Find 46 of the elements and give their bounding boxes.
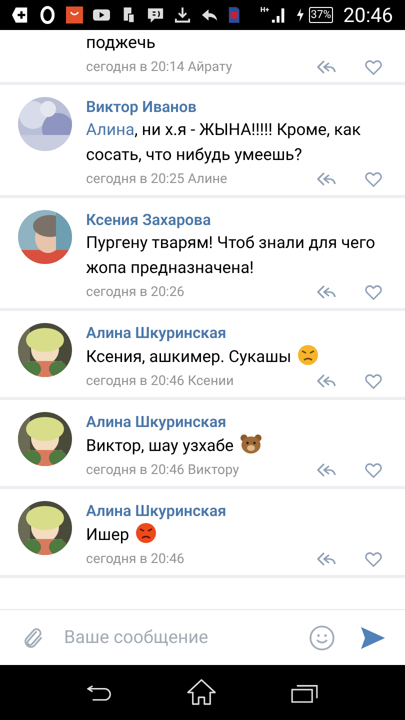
reply-icon[interactable] [316,551,336,567]
comment-text: Ксения, ашкимер. Сукашы [86,344,405,370]
heart-icon[interactable] [364,462,383,478]
reply-icon[interactable] [316,59,336,75]
sd-card-icon [228,5,240,25]
comment-meta: сегодня в 20:14 Айрату [86,58,232,77]
comment-meta: сегодня в 20:26 [86,283,184,302]
charging-icon [296,7,305,23]
reply-icon[interactable] [316,462,336,478]
author-name[interactable]: Алина Шкуринская [86,500,405,522]
message-icon [147,6,164,24]
ring-icon [39,6,56,24]
recent-apps-icon[interactable] [290,682,318,703]
reply-icon[interactable] [316,373,336,389]
author-name[interactable]: Алина Шкуринская [86,411,405,433]
download-icon [174,6,192,24]
heart-icon[interactable] [364,170,383,188]
heart-icon[interactable] [364,58,383,76]
plus-icon [12,6,30,24]
heart-icon[interactable] [364,372,383,390]
smiley-icon[interactable] [309,624,335,650]
comment-text: Ишер [86,522,405,548]
mention-link[interactable]: Алина [86,121,134,140]
comment-text: Алина, ни х.я - ЖЫНА!!!!! Кроме, как сосать, что нибудь умеешь? [86,120,362,167]
shopping-bag-icon [66,6,84,24]
message-field[interactable]: Ваше сообщение [64,624,297,651]
clock-time: 20:46 [343,5,394,25]
author-name[interactable]: Виктор Иванов [86,96,405,118]
signal-icon [271,7,286,23]
author-name[interactable]: Ксения Захарова [86,209,405,231]
author-name[interactable]: Алина Шкуринская [86,322,405,344]
comment-text: поджечь [86,32,157,55]
comment-meta: сегодня в 20:46 Ксении [86,372,234,391]
reply-icon[interactable] [316,284,336,300]
comment-text: Пургену тварям! Чтоб знали для чего жопа предназначена! [86,233,376,280]
send-icon[interactable] [361,626,385,648]
heart-icon[interactable] [364,550,383,568]
battery-level: 37% [308,7,334,23]
comment-meta: сегодня в 20:46 Виктору [86,461,240,480]
back-icon[interactable] [87,684,114,701]
reply-icon[interactable] [316,171,336,187]
comment-meta: сегодня в 20:25 Алине [86,170,228,189]
home-icon[interactable] [187,679,216,706]
heart-icon[interactable] [364,284,383,300]
comment-text: Виктор, шау узхабе [86,433,405,459]
comment-meta: сегодня в 20:46 [86,550,184,569]
